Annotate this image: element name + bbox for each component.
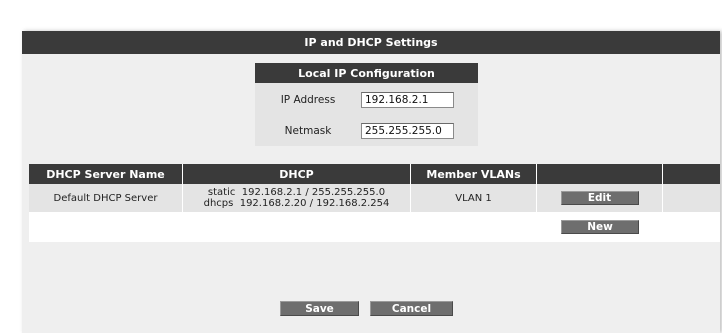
new-cell: New: [537, 212, 663, 242]
new-button[interactable]: New: [561, 220, 639, 234]
settings-panel: IP and DHCP Settings Local IP Configurat…: [22, 31, 720, 333]
local-ip-config-box: Local IP Configuration IP Address Netmas…: [255, 63, 478, 146]
column-header-name: DHCP Server Name: [29, 164, 183, 184]
dhcp-static-line: static 192.168.2.1 / 255.255.255.0: [207, 187, 386, 198]
netmask-label: Netmask: [284, 125, 332, 137]
dhcp-cell: static 192.168.2.1 / 255.255.255.0 dhcps…: [183, 184, 411, 212]
edit-button[interactable]: Edit: [560, 191, 639, 205]
column-header-actions: [537, 164, 663, 184]
dhcp-server-table: DHCP Server Name DHCP Member VLANs Defau…: [29, 164, 720, 242]
table-row: Default DHCP Server static 192.168.2.1 /…: [29, 184, 720, 212]
ip-address-input[interactable]: [361, 92, 454, 108]
cancel-button[interactable]: Cancel: [370, 301, 453, 316]
table-header: DHCP Server Name DHCP Member VLANs: [29, 164, 720, 184]
local-ip-header: Local IP Configuration: [255, 63, 478, 83]
server-name-cell: Default DHCP Server: [29, 184, 183, 212]
new-row: New: [29, 212, 720, 242]
local-ip-header-label: Local IP Configuration: [298, 66, 435, 80]
dhcp-range-line: dhcps 192.168.2.20 / 192.168.2.254: [203, 198, 390, 209]
extra-cell: [663, 184, 720, 212]
netmask-row: Netmask: [255, 121, 478, 141]
ip-address-row: IP Address: [255, 90, 478, 110]
column-header-dhcp: DHCP: [183, 164, 411, 184]
column-header-extra: [663, 164, 720, 184]
page-title: IP and DHCP Settings: [304, 36, 438, 49]
edit-cell: Edit: [537, 184, 663, 212]
page-title-bar: IP and DHCP Settings: [22, 31, 720, 54]
save-button[interactable]: Save: [280, 301, 359, 316]
column-header-vlans: Member VLANs: [411, 164, 537, 184]
netmask-input[interactable]: [361, 123, 454, 139]
ip-address-label: IP Address: [280, 94, 336, 106]
member-vlans-cell: VLAN 1: [411, 184, 537, 212]
